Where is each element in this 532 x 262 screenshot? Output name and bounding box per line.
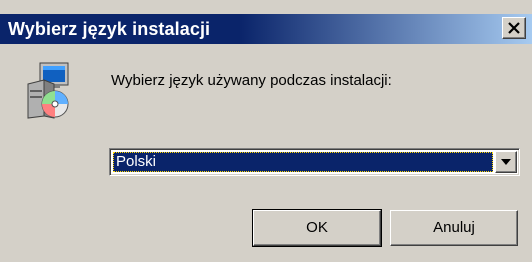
language-select[interactable]: Polski xyxy=(109,148,520,176)
ok-button[interactable]: OK xyxy=(252,209,382,247)
installer-setup-icon xyxy=(22,60,74,120)
language-select-value[interactable]: Polski xyxy=(113,152,493,172)
dialog-title: Wybierz język instalacji xyxy=(8,19,211,39)
dropdown-button[interactable] xyxy=(495,151,517,173)
close-icon xyxy=(508,22,520,34)
cancel-button[interactable]: Anuluj xyxy=(390,210,518,246)
close-button[interactable] xyxy=(502,17,526,39)
chevron-down-icon xyxy=(501,159,511,165)
language-dialog: Wybierz język instalacji Wybierz język u… xyxy=(0,0,532,262)
language-prompt: Wybierz język używany podczas instalacji… xyxy=(111,72,392,89)
title-bar[interactable]: Wybierz język instalacji xyxy=(0,14,532,44)
